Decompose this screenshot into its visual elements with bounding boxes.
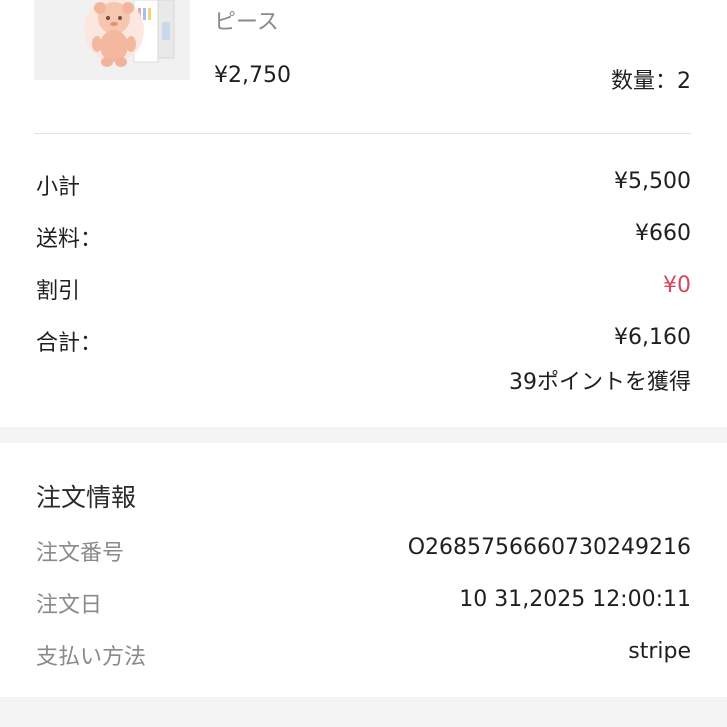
discount-row: 割引 ¥0: [36, 273, 691, 304]
order-date-label: 注文日: [36, 593, 103, 618]
payment-method-label: 支払い方法: [36, 645, 147, 670]
order-date-value: 10 31,2025 12:00:11: [459, 587, 691, 612]
subtotal-value: ¥5,500: [614, 169, 691, 194]
discount-value: ¥0: [663, 273, 691, 298]
order-info-title: 注文情報: [36, 483, 137, 512]
product-thumbnail[interactable]: [34, 0, 190, 80]
order-number-row: 注文番号 O268575666073024921​6: [36, 535, 691, 566]
shipping-row: 送料： ¥660: [36, 221, 691, 252]
product-image: [34, 0, 190, 80]
payment-method-row: 支払い方法 stripe: [36, 639, 691, 670]
total-row: 合計： ¥6,160: [36, 325, 691, 356]
order-number-label: 注文番号: [36, 541, 125, 566]
total-value: ¥6,160: [614, 325, 691, 350]
product-quantity: 数量：2: [611, 69, 691, 94]
points-earned: 39ポイントを獲得: [509, 370, 691, 395]
order-summary-card: ピース ¥2,750 数量：2 小計 ¥5,500 送料： ¥660 割引 ¥0…: [0, 0, 727, 427]
payment-method-value: stripe: [628, 639, 691, 664]
subtotal-label: 小計: [36, 175, 81, 200]
shipping-label: 送料：: [36, 227, 103, 252]
order-info-card: 注文情報 注文番号 O268575666073024921​6 注文日 10 3…: [0, 443, 727, 697]
subtotal-row: 小計 ¥5,500: [36, 169, 691, 200]
product-name: ピース: [214, 10, 279, 35]
order-date-row: 注文日 10 31,2025 12:00:11: [36, 587, 691, 618]
total-label: 合計：: [36, 331, 103, 356]
product-price: ¥2,750: [214, 63, 291, 88]
divider: [34, 133, 691, 134]
discount-label: 割引: [36, 279, 81, 304]
order-number-value[interactable]: O268575666073024921​6: [408, 535, 691, 560]
shipping-value: ¥660: [635, 221, 691, 246]
